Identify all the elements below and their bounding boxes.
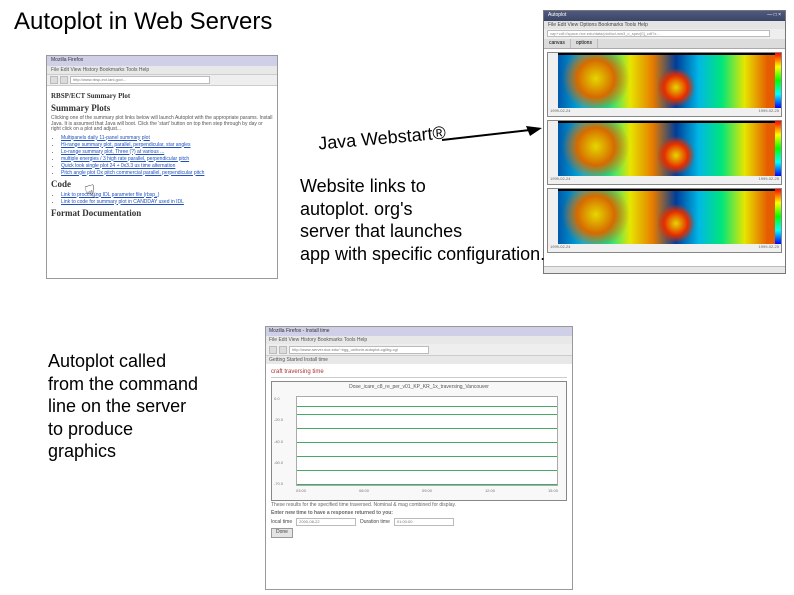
ylab: 0.0 <box>274 396 294 401</box>
browser-bottom-content: craft traversing time Dose_icare_c8_re_p… <box>266 364 572 589</box>
java-webstart-label: Java Webstart® <box>317 122 446 154</box>
browser-bottom-titlebar: Mozilla Firefox - Install time <box>266 327 572 336</box>
browser-bottom-addressbar: http://www-server.rice.edu/~bgg_un/form.… <box>266 344 572 356</box>
tab-options: options <box>571 39 598 48</box>
summary-link: Hi-range summary plot, parallel, perpend… <box>61 142 191 148</box>
done-button: Done <box>271 528 293 538</box>
form-label: local time <box>271 519 292 525</box>
xlab: 15:00 <box>548 488 558 498</box>
plot-body-icon <box>296 396 558 486</box>
form-header: Enter new time to have a response return… <box>271 511 567 517</box>
ylab: -20.0 <box>274 417 294 422</box>
summary-link: Quick look single plot 24 + 0x3.3 us tim… <box>61 163 175 169</box>
form-row: local time 2000-08-22 Duration time 01:0… <box>271 518 567 526</box>
y-axis-icon <box>548 121 558 176</box>
code-link: Link to processing IDL parameter file (r… <box>61 192 159 198</box>
window-controls-icon: — □ × <box>767 12 781 20</box>
code-link: Link to code for summary plot in CANDDAY… <box>61 199 184 205</box>
form-input: 2000-08-22 <box>296 518 356 526</box>
x-axis-labels: 03:00 06:00 09:00 12:00 15:00 <box>296 488 558 498</box>
slide-title: Autoplot in Web Servers <box>14 8 272 36</box>
desc-line: autoplot. org's <box>300 199 413 219</box>
colorbar-icon <box>775 189 781 244</box>
browser-left-content: RBSP/ECT Summary Plot Summary Plots Clic… <box>47 86 277 278</box>
summary-link: multiple energies / 3 high rate parallel… <box>61 156 189 162</box>
xaxis-right: 1999-02-25 <box>759 244 779 252</box>
browser-left-menubar: File Edit View History Bookmarks Tools H… <box>47 66 277 74</box>
app-title: Autoplot <box>548 12 566 20</box>
plot-title: Dose_icare_c8_re_per_v01_KP_KR_1x_traver… <box>272 382 566 390</box>
browser-bottom-menubar: File Edit View History Bookmarks Tools H… <box>266 336 572 344</box>
ylab: -40.0 <box>274 439 294 444</box>
xaxis-left: 1999-02-24 <box>550 108 570 116</box>
summary-link: Lo-range summary plot, Three (?) at vari… <box>61 149 164 155</box>
form-row: Done <box>271 528 567 538</box>
y-axis-icon <box>548 53 558 108</box>
nav-fwd-icon <box>60 76 68 84</box>
xlab: 09:00 <box>422 488 432 498</box>
app-url: vap+cdf://space.rice.edu/data/plot/sci-w… <box>547 30 770 37</box>
browser-bottom-mock: Mozilla Firefox - Install time File Edit… <box>265 326 573 590</box>
ylab: -60.0 <box>274 460 294 465</box>
app-titlebar: Autoplot — □ × <box>544 11 785 21</box>
xaxis-right: 1999-02-25 <box>759 108 779 116</box>
section-heading-summary: Summary Plots <box>51 103 273 113</box>
browser-left-mock: Mozilla Firefox File Edit View History B… <box>46 55 278 279</box>
browser-left-addressbar: http://www.rbsp-ect.lanl.gov/... <box>47 74 277 86</box>
note-text: These results for the specified time tra… <box>271 503 567 509</box>
desc-line: server that launches <box>300 221 462 241</box>
desc-line: Website links to <box>300 176 426 196</box>
summary-link: Pitch angle plot Ox pitch commercial par… <box>61 170 204 176</box>
xaxis-right: 1999-02-25 <box>759 176 779 184</box>
form-label: Duration time <box>360 519 390 525</box>
y-axis-labels: 0.0 -20.0 -40.0 -60.0 -70.0 <box>274 396 294 486</box>
bl-line: line on the server <box>48 396 186 416</box>
section-heading-doc: Format Documentation <box>51 208 273 218</box>
description-text: Website links to autoplot. org's server … <box>300 175 600 265</box>
spectrogram-panel: 1999-02-24 1999-02-25 <box>547 52 782 117</box>
browser-left-url: http://www.rbsp-ect.lanl.gov/... <box>70 76 210 84</box>
xlab: 12:00 <box>485 488 495 498</box>
nav-back-icon <box>50 76 58 84</box>
browser-bottom-tabs: Getting Started Install time <box>266 356 572 364</box>
browser-bottom-url: http://www-server.rice.edu/~bgg_un/form.… <box>289 346 429 354</box>
bl-line: to produce <box>48 419 133 439</box>
xlab: 06:00 <box>359 488 369 498</box>
bl-line: graphics <box>48 441 116 461</box>
summary-link: Multipanels daily 11-panel summary plot <box>61 135 150 141</box>
app-addressbar: vap+cdf://space.rice.edu/data/plot/sci-w… <box>544 29 785 39</box>
x-axis: 1999-02-24 1999-02-25 <box>548 108 781 116</box>
desc-line: app with specific configuration. <box>300 243 730 266</box>
line-plot: Dose_icare_c8_re_per_v01_KP_KR_1x_traver… <box>271 381 567 501</box>
arrow-icon <box>442 126 542 146</box>
app-tabs: canvas options <box>544 39 785 49</box>
bottom-left-text: Autoplot called from the command line on… <box>48 350 248 463</box>
ylab: -70.0 <box>274 481 294 486</box>
xlab: 03:00 <box>296 488 306 498</box>
summary-links-list: Multipanels daily 11-panel summary plot … <box>51 135 273 176</box>
nav-fwd-icon <box>279 346 287 354</box>
form-input: 01:00:00 <box>394 518 454 526</box>
bl-line: Autoplot called <box>48 351 166 371</box>
page-heading: craft traversing time <box>271 369 567 378</box>
tab-canvas: canvas <box>544 39 571 48</box>
intro-paragraph: Clicking one of the summary plot links b… <box>51 116 273 133</box>
bl-line: from the command <box>48 374 198 394</box>
nav-back-icon <box>269 346 277 354</box>
colorbar-icon <box>775 53 781 108</box>
browser-left-titlebar: Mozilla Firefox <box>47 56 277 66</box>
colorbar-icon <box>775 121 781 176</box>
page-heading: RBSP/ECT Summary Plot <box>51 92 273 100</box>
app-menubar: File Edit View Options Bookmarks Tools H… <box>544 21 785 29</box>
app-scrollbar <box>544 266 785 273</box>
